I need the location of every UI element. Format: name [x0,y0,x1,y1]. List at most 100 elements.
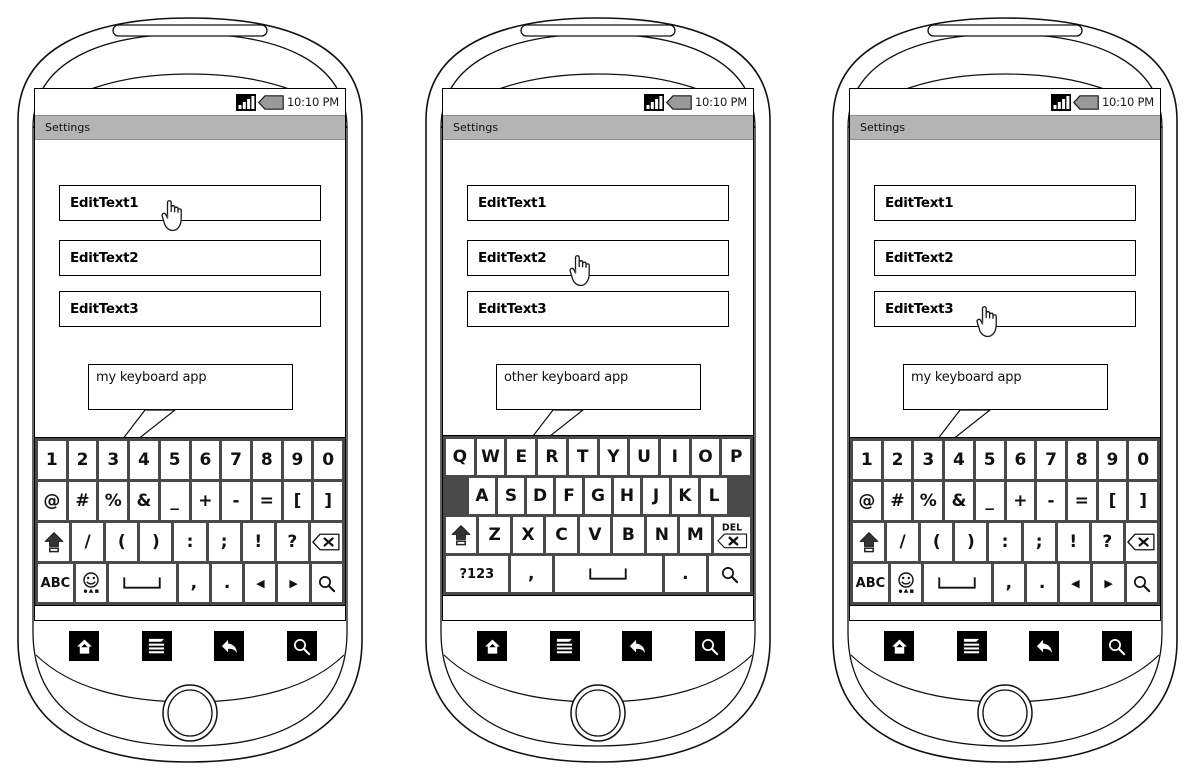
key-h[interactable]: H [614,478,640,514]
key-n[interactable]: N [646,517,678,553]
key-slash[interactable]: / [72,523,104,561]
qwerty-keyboard[interactable]: QWERTYUIOPASDFGHJKL ZXCVBNM DEL ?123, . [443,435,753,596]
key-minus[interactable]: - [1037,482,1065,520]
key-percent[interactable]: % [914,482,943,520]
search-button[interactable] [286,631,317,661]
key-6[interactable]: 6 [1006,441,1035,479]
edittext-field-1[interactable]: EditText1 [467,185,729,221]
key-5[interactable]: 5 [975,441,1004,479]
home-button[interactable] [477,631,508,661]
key-7[interactable]: 7 [222,441,250,479]
key-at[interactable]: @ [853,482,881,520]
key-1[interactable]: 1 [38,441,66,479]
key-symbols[interactable]: ?123 [446,556,508,592]
key-equals[interactable]: = [252,482,281,520]
home-button[interactable] [884,631,915,661]
key-arrow-right[interactable]: ▶ [278,564,309,602]
key-colon[interactable]: : [174,523,206,561]
key-g[interactable]: G [585,478,611,514]
key-6[interactable]: 6 [191,441,220,479]
key-y[interactable]: Y [599,439,628,475]
key-2[interactable]: 2 [883,441,912,479]
key-exclamation[interactable]: ! [1057,523,1089,561]
key-o[interactable]: O [691,439,720,475]
key-w[interactable]: W [476,439,505,475]
key-abc[interactable]: ABC [853,564,888,602]
key-ampersand[interactable]: & [130,482,158,520]
key-semicolon[interactable]: ; [1023,523,1055,561]
key-percent[interactable]: % [99,482,128,520]
key-bracket-right[interactable]: ] [314,482,343,520]
key-0[interactable]: 0 [1129,441,1158,479]
key-search[interactable] [311,564,342,602]
edittext-field-2[interactable]: EditText2 [874,240,1136,276]
key-space[interactable] [554,556,662,592]
key-9[interactable]: 9 [1098,441,1127,479]
search-button[interactable] [694,631,725,661]
key-j[interactable]: J [643,478,669,514]
key-shift[interactable] [446,517,477,553]
key-colon[interactable]: : [989,523,1021,561]
key-t[interactable]: T [568,439,597,475]
edittext-field-1[interactable]: EditText1 [874,185,1136,221]
key-plus[interactable]: + [1006,482,1035,520]
edittext-field-3[interactable]: EditText3 [59,291,321,327]
key-arrow-left[interactable]: ◀ [245,564,276,602]
key-0[interactable]: 0 [314,441,343,479]
key-period[interactable]: . [664,556,706,592]
key-c[interactable]: C [546,517,577,553]
edittext-field-3[interactable]: EditText3 [467,291,729,327]
key-shift[interactable] [853,523,885,561]
key-comma[interactable]: , [993,564,1024,602]
key-p[interactable]: P [722,439,751,475]
key-f[interactable]: F [556,478,582,514]
key-9[interactable]: 9 [283,441,312,479]
menu-button[interactable] [549,631,580,661]
menu-button[interactable] [141,631,172,661]
key-z[interactable]: Z [479,517,510,553]
key-minus[interactable]: - [222,482,250,520]
key-shift[interactable] [38,523,70,561]
key-emoji[interactable] [75,564,107,602]
key-4[interactable]: 4 [130,441,158,479]
key-m[interactable]: M [680,517,711,553]
key-question[interactable]: ? [1091,523,1123,561]
key-hash[interactable]: # [68,482,97,520]
key-bracket-right[interactable]: ] [1129,482,1158,520]
key-5[interactable]: 5 [160,441,189,479]
key-b[interactable]: B [613,517,644,553]
key-u[interactable]: U [630,439,658,475]
key-plus[interactable]: + [191,482,220,520]
key-bracket-left[interactable]: [ [1098,482,1127,520]
home-button[interactable] [69,631,100,661]
key-paren-left[interactable]: ( [921,523,953,561]
key-8[interactable]: 8 [1067,441,1096,479]
key-comma[interactable]: , [510,556,552,592]
key-equals[interactable]: = [1067,482,1096,520]
key-emoji[interactable] [890,564,922,602]
key-arrow-right[interactable]: ▶ [1093,564,1124,602]
key-underscore[interactable]: _ [160,482,189,520]
key-semicolon[interactable]: ; [208,523,240,561]
edittext-field-1[interactable]: EditText1 [59,185,321,221]
key-bracket-left[interactable]: [ [283,482,312,520]
key-underscore[interactable]: _ [975,482,1004,520]
key-hash[interactable]: # [883,482,912,520]
menu-button[interactable] [956,631,987,661]
symbols-keyboard[interactable]: 1 2 3 4 5 6 7 8 9 0 @ #% & _ + - = [] / ():;!? ABC ,. ◀ ▶ [35,437,345,606]
key-search[interactable] [1126,564,1157,602]
key-2[interactable]: 2 [68,441,97,479]
back-button[interactable] [1029,631,1060,661]
key-d[interactable]: D [527,478,553,514]
key-search[interactable] [708,556,750,592]
key-paren-right[interactable]: ) [955,523,987,561]
key-8[interactable]: 8 [252,441,281,479]
key-paren-right[interactable]: ) [140,523,172,561]
key-arrow-left[interactable]: ◀ [1060,564,1091,602]
key-question[interactable]: ? [276,523,308,561]
key-s[interactable]: S [498,478,524,514]
key-backspace[interactable] [1125,523,1157,561]
back-button[interactable] [622,631,653,661]
edittext-field-2[interactable]: EditText2 [467,240,729,276]
key-space[interactable] [109,564,176,602]
